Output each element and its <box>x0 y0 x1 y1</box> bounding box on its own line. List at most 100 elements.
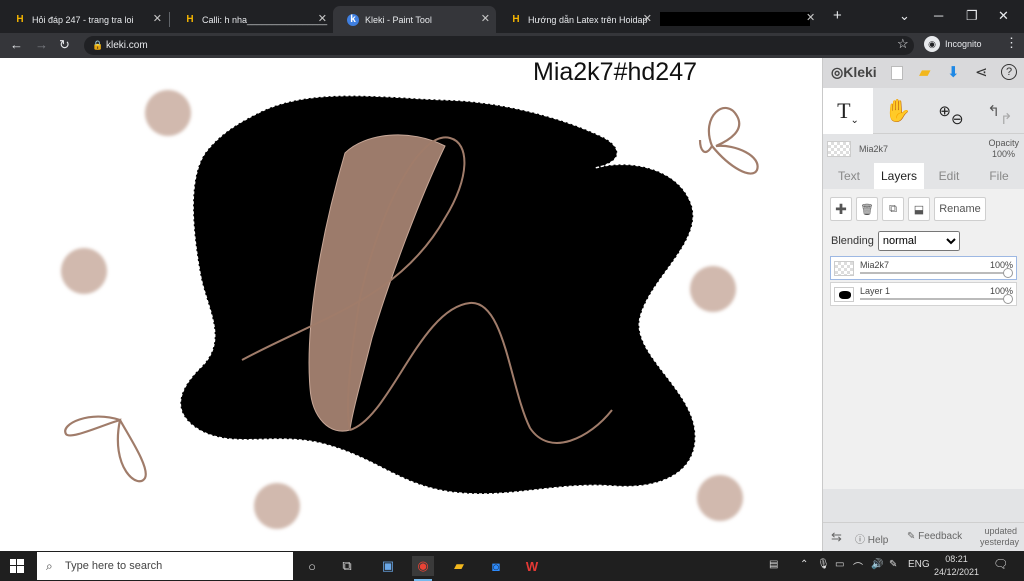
rename-layer-button[interactable]: Rename <box>934 197 986 221</box>
delete-layer-button[interactable]: 🗑 <box>856 197 878 221</box>
close-tab-icon[interactable]: ✕ <box>643 12 652 25</box>
duplicate-icon: ⧉ <box>889 202 897 215</box>
blending-label: Blending <box>831 235 874 247</box>
window-close-icon[interactable]: ✕ <box>998 8 1009 24</box>
layer-opacity-slider[interactable] <box>860 272 1006 274</box>
kleki-favicon-icon: k <box>347 13 359 26</box>
battery-icon[interactable]: ▭ <box>835 559 844 570</box>
taskbar-clock[interactable]: 08:21 24/12/2021 <box>934 553 979 579</box>
wps-office-icon[interactable]: W <box>521 556 543 576</box>
pen-icon[interactable]: ✎ <box>889 559 897 570</box>
close-tab-icon[interactable]: ✕ <box>481 12 490 25</box>
close-tab-icon[interactable]: ✕ <box>153 12 162 25</box>
blending-select[interactable]: normal <box>877 231 960 251</box>
browser-tab-hoidap[interactable]: H Hỏi đáp 247 - trang tra loi ✕ <box>0 6 168 33</box>
file-explorer-icon[interactable]: ▰ <box>448 556 470 576</box>
restore-icon[interactable]: ❐ <box>966 8 978 24</box>
undo-icon[interactable]: ↰ <box>987 102 1000 120</box>
minimize-icon[interactable]: ─ <box>934 8 943 23</box>
browser-tab-kleki[interactable]: k Kleki - Paint Tool ✕ <box>333 6 496 33</box>
merge-layer-button[interactable]: ⬓ <box>908 197 930 221</box>
hand-tool-button[interactable]: ✋ <box>873 88 923 134</box>
taskbar-search-input[interactable]: ⌕ Type here to search <box>37 552 293 580</box>
help-icon[interactable]: ? <box>1001 64 1017 80</box>
redo-icon[interactable]: ↱ <box>1000 110 1013 128</box>
drawing-canvas[interactable]: Mia2k7#hd247 <box>0 58 822 551</box>
feedback-label: Feedback <box>918 531 963 542</box>
microphone-icon[interactable]: 🎙 <box>817 559 830 570</box>
tab-title: Hướng dẫn Latex trên Hoidap <box>528 14 648 25</box>
zoom-buttons[interactable]: ⊕ ⊖ <box>926 88 976 134</box>
url-text: kleki.com <box>106 40 148 51</box>
close-tab-icon[interactable]: ✕ <box>318 12 327 25</box>
help-label: Help <box>867 535 889 546</box>
share-icon[interactable]: ⋖ <box>975 63 988 81</box>
decor-dot <box>145 90 191 136</box>
layer-item-mia2k7[interactable]: Mia2k7 100% <box>830 256 1017 280</box>
layer-item-layer-1[interactable]: Layer 1 100% <box>830 282 1017 306</box>
incognito-indicator[interactable]: ◉ Incognito <box>924 36 982 52</box>
help-link[interactable]: ⓘ Help <box>855 531 888 546</box>
tab-layers[interactable]: Layers <box>874 163 924 189</box>
address-input[interactable]: 🔒 kleki.com <box>84 36 914 55</box>
kleki-logo: ◎Kleki <box>831 64 877 81</box>
new-image-icon[interactable] <box>891 66 903 80</box>
speaker-icon[interactable]: 🔊 <box>871 559 883 570</box>
slider-knob[interactable] <box>1003 268 1013 278</box>
tab-text[interactable]: Text <box>825 163 873 189</box>
language-indicator[interactable]: ENG <box>908 559 930 570</box>
reload-icon[interactable]: ↻ <box>59 37 70 53</box>
panel-topbar: ◎Kleki ▰ ⬇ ⋖ ? <box>823 58 1024 88</box>
layers-panel: ✚ 🗑 ⧉ ⬓ Rename Blending normal Mia2k7 10… <box>823 189 1024 489</box>
hoidap-favicon-icon: H <box>186 14 194 25</box>
chrome-icon[interactable]: ◉ <box>412 556 434 581</box>
slider-knob[interactable] <box>1003 294 1013 304</box>
clock-time: 08:21 <box>945 554 968 564</box>
zoom-out-icon[interactable]: ⊖ <box>951 110 964 128</box>
network-icon[interactable]: ⌒ <box>853 559 863 574</box>
chevron-up-icon[interactable]: ⌃ <box>800 559 808 570</box>
text-tool-icon: T <box>837 98 851 123</box>
notification-icon[interactable]: 🗨 <box>993 557 1008 571</box>
incognito-icon: ◉ <box>924 36 940 52</box>
swap-icon[interactable]: ⇆ <box>831 529 842 545</box>
forward-arrow-icon[interactable]: → <box>35 37 48 52</box>
close-tab-icon[interactable]: ✕ <box>806 11 815 24</box>
search-placeholder: Type here to search <box>65 560 163 572</box>
browser-menu-icon[interactable]: ⋮ <box>1005 35 1018 51</box>
clock-date: 24/12/2021 <box>934 567 980 577</box>
duplicate-layer-button[interactable]: ⧉ <box>882 197 904 221</box>
download-icon[interactable]: ⬇ <box>947 63 960 81</box>
tab-title: Calli: h nha________________ <box>202 14 328 25</box>
help-circle-icon: ⓘ <box>855 535 865 546</box>
back-arrow-icon[interactable]: ← <box>10 37 23 52</box>
browser-tab-calli[interactable]: H Calli: h nha________________ ✕ <box>170 6 333 33</box>
new-tab-button[interactable]: + <box>833 7 842 24</box>
browser-tab-latex[interactable]: H Hướng dẫn Latex trên Hoidap ✕ <box>496 6 658 33</box>
panel-tabs: Text Layers Edit File <box>823 163 1024 189</box>
news-tray-icon[interactable]: ▤ <box>769 559 778 570</box>
hand-icon: ✋ <box>884 98 912 123</box>
zoom-in-icon[interactable]: ⊕ <box>938 102 951 120</box>
undo-redo-buttons[interactable]: ↰ ↱ <box>975 88 1024 134</box>
heart-doodle <box>698 106 759 175</box>
text-tool-button[interactable]: T ⌄ <box>823 88 873 134</box>
open-folder-icon[interactable]: ▰ <box>919 63 931 81</box>
tab-file[interactable]: File <box>974 163 1024 189</box>
tab-search-chevron-icon[interactable]: ⌄ <box>899 8 910 24</box>
decor-dot <box>61 248 107 294</box>
brush-thumb <box>827 141 851 157</box>
feedback-link[interactable]: ✎ Feedback <box>907 531 962 542</box>
file-app-icon[interactable]: ▣ <box>377 556 399 576</box>
zoom-app-icon[interactable]: ◙ <box>485 556 507 576</box>
tab-title: Kleki - Paint Tool <box>365 14 432 25</box>
add-layer-button[interactable]: ✚ <box>830 197 852 221</box>
address-bar-row: ← → ↻ 🔒 kleki.com <box>0 33 1024 58</box>
redacted-tab <box>660 12 810 26</box>
tab-edit[interactable]: Edit <box>924 163 974 189</box>
windows-start-icon[interactable] <box>10 559 24 573</box>
cortana-icon[interactable]: ○ <box>301 556 323 576</box>
bookmark-star-icon[interactable]: ☆ <box>897 36 909 52</box>
layer-opacity-slider[interactable] <box>860 298 1006 300</box>
task-view-icon[interactable]: ⧉ <box>336 556 358 576</box>
